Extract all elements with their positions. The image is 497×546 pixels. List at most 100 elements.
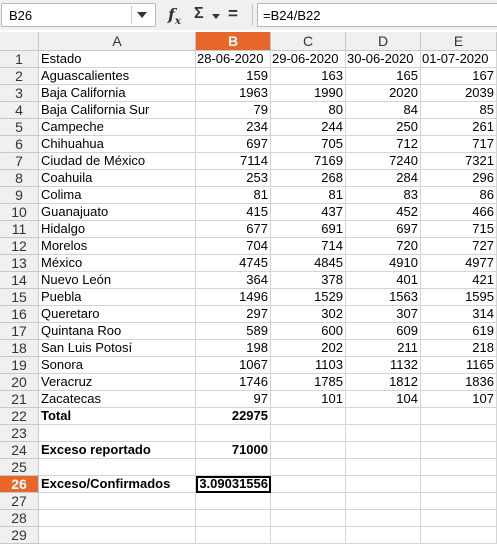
- cell-b5[interactable]: 234: [196, 119, 271, 136]
- cell-a28[interactable]: [39, 510, 196, 527]
- cell-b17[interactable]: 589: [196, 323, 271, 340]
- cell-d17[interactable]: 609: [346, 323, 421, 340]
- column-header-c[interactable]: C: [271, 32, 346, 51]
- cell-b3[interactable]: 1963: [196, 85, 271, 102]
- cell-a4[interactable]: Baja California Sur: [39, 102, 196, 119]
- cell-c27[interactable]: [271, 493, 346, 510]
- cell-a22[interactable]: Total: [39, 408, 196, 425]
- column-header-e[interactable]: E: [421, 32, 497, 51]
- cell-e8[interactable]: 296: [421, 170, 497, 187]
- cell-d10[interactable]: 452: [346, 204, 421, 221]
- function-wizard-icon[interactable]: fx: [168, 5, 181, 27]
- cell-e1[interactable]: 01-07-2020: [421, 51, 497, 68]
- cell-e17[interactable]: 619: [421, 323, 497, 340]
- row-header-2[interactable]: 2: [0, 68, 39, 85]
- cell-d13[interactable]: 4910: [346, 255, 421, 272]
- cell-d21[interactable]: 104: [346, 391, 421, 408]
- cell-b26[interactable]: 3.09031556: [196, 476, 271, 493]
- cell-e13[interactable]: 4977: [421, 255, 497, 272]
- cell-a25[interactable]: [39, 459, 196, 476]
- cell-d27[interactable]: [346, 493, 421, 510]
- cell-e10[interactable]: 466: [421, 204, 497, 221]
- cell-c2[interactable]: 163: [271, 68, 346, 85]
- cell-a16[interactable]: Queretaro: [39, 306, 196, 323]
- cell-a13[interactable]: México: [39, 255, 196, 272]
- row-header-22[interactable]: 22: [0, 408, 39, 425]
- cell-c22[interactable]: [271, 408, 346, 425]
- row-header-23[interactable]: 23: [0, 425, 39, 442]
- cell-d11[interactable]: 697: [346, 221, 421, 238]
- cell-c26[interactable]: [271, 476, 346, 493]
- cell-a14[interactable]: Nuevo León: [39, 272, 196, 289]
- cell-e23[interactable]: [421, 425, 497, 442]
- cell-b28[interactable]: [196, 510, 271, 527]
- cell-e19[interactable]: 1165: [421, 357, 497, 374]
- cell-b24[interactable]: 71000: [196, 442, 271, 459]
- cell-a8[interactable]: Coahuila: [39, 170, 196, 187]
- cell-b13[interactable]: 4745: [196, 255, 271, 272]
- cell-c5[interactable]: 244: [271, 119, 346, 136]
- cell-e7[interactable]: 7321: [421, 153, 497, 170]
- cell-c23[interactable]: [271, 425, 346, 442]
- cell-b19[interactable]: 1067: [196, 357, 271, 374]
- cell-e28[interactable]: [421, 510, 497, 527]
- cell-e12[interactable]: 727: [421, 238, 497, 255]
- cell-d18[interactable]: 211: [346, 340, 421, 357]
- cell-a9[interactable]: Colima: [39, 187, 196, 204]
- row-header-17[interactable]: 17: [0, 323, 39, 340]
- cell-e22[interactable]: [421, 408, 497, 425]
- cell-d6[interactable]: 712: [346, 136, 421, 153]
- cell-c28[interactable]: [271, 510, 346, 527]
- cell-a3[interactable]: Baja California: [39, 85, 196, 102]
- cell-b14[interactable]: 364: [196, 272, 271, 289]
- cell-b2[interactable]: 159: [196, 68, 271, 85]
- sum-icon[interactable]: Σ: [194, 5, 204, 23]
- cell-d16[interactable]: 307: [346, 306, 421, 323]
- cell-e14[interactable]: 421: [421, 272, 497, 289]
- cell-d15[interactable]: 1563: [346, 289, 421, 306]
- cell-b22[interactable]: 22975: [196, 408, 271, 425]
- cell-c15[interactable]: 1529: [271, 289, 346, 306]
- cell-a2[interactable]: Aguascalientes: [39, 68, 196, 85]
- cell-d1[interactable]: 30-06-2020: [346, 51, 421, 68]
- row-header-25[interactable]: 25: [0, 459, 39, 476]
- cell-b20[interactable]: 1746: [196, 374, 271, 391]
- cell-e15[interactable]: 1595: [421, 289, 497, 306]
- cell-b29[interactable]: [196, 527, 271, 544]
- cell-d19[interactable]: 1132: [346, 357, 421, 374]
- row-header-8[interactable]: 8: [0, 170, 39, 187]
- cell-c13[interactable]: 4845: [271, 255, 346, 272]
- row-header-9[interactable]: 9: [0, 187, 39, 204]
- row-header-3[interactable]: 3: [0, 85, 39, 102]
- cell-e26[interactable]: [421, 476, 497, 493]
- cell-a27[interactable]: [39, 493, 196, 510]
- cell-d22[interactable]: [346, 408, 421, 425]
- formula-input[interactable]: =B24/B22: [257, 3, 497, 27]
- cell-a12[interactable]: Morelos: [39, 238, 196, 255]
- row-header-11[interactable]: 11: [0, 221, 39, 238]
- row-header-13[interactable]: 13: [0, 255, 39, 272]
- chevron-down-icon[interactable]: [137, 12, 147, 18]
- row-header-29[interactable]: 29: [0, 527, 39, 544]
- cell-d23[interactable]: [346, 425, 421, 442]
- cell-d9[interactable]: 83: [346, 187, 421, 204]
- cell-d5[interactable]: 250: [346, 119, 421, 136]
- cell-b27[interactable]: [196, 493, 271, 510]
- row-header-14[interactable]: 14: [0, 272, 39, 289]
- cell-d26[interactable]: [346, 476, 421, 493]
- cell-e18[interactable]: 218: [421, 340, 497, 357]
- cell-e29[interactable]: [421, 527, 497, 544]
- cell-a6[interactable]: Chihuahua: [39, 136, 196, 153]
- cell-c24[interactable]: [271, 442, 346, 459]
- cell-c21[interactable]: 101: [271, 391, 346, 408]
- cell-b21[interactable]: 97: [196, 391, 271, 408]
- cell-a10[interactable]: Guanajuato: [39, 204, 196, 221]
- row-header-27[interactable]: 27: [0, 493, 39, 510]
- cell-e27[interactable]: [421, 493, 497, 510]
- formula-icon[interactable]: =: [228, 4, 238, 24]
- cell-b8[interactable]: 253: [196, 170, 271, 187]
- cell-e11[interactable]: 715: [421, 221, 497, 238]
- row-header-6[interactable]: 6: [0, 136, 39, 153]
- cell-c25[interactable]: [271, 459, 346, 476]
- cell-a26[interactable]: Exceso/Confirmados: [39, 476, 196, 493]
